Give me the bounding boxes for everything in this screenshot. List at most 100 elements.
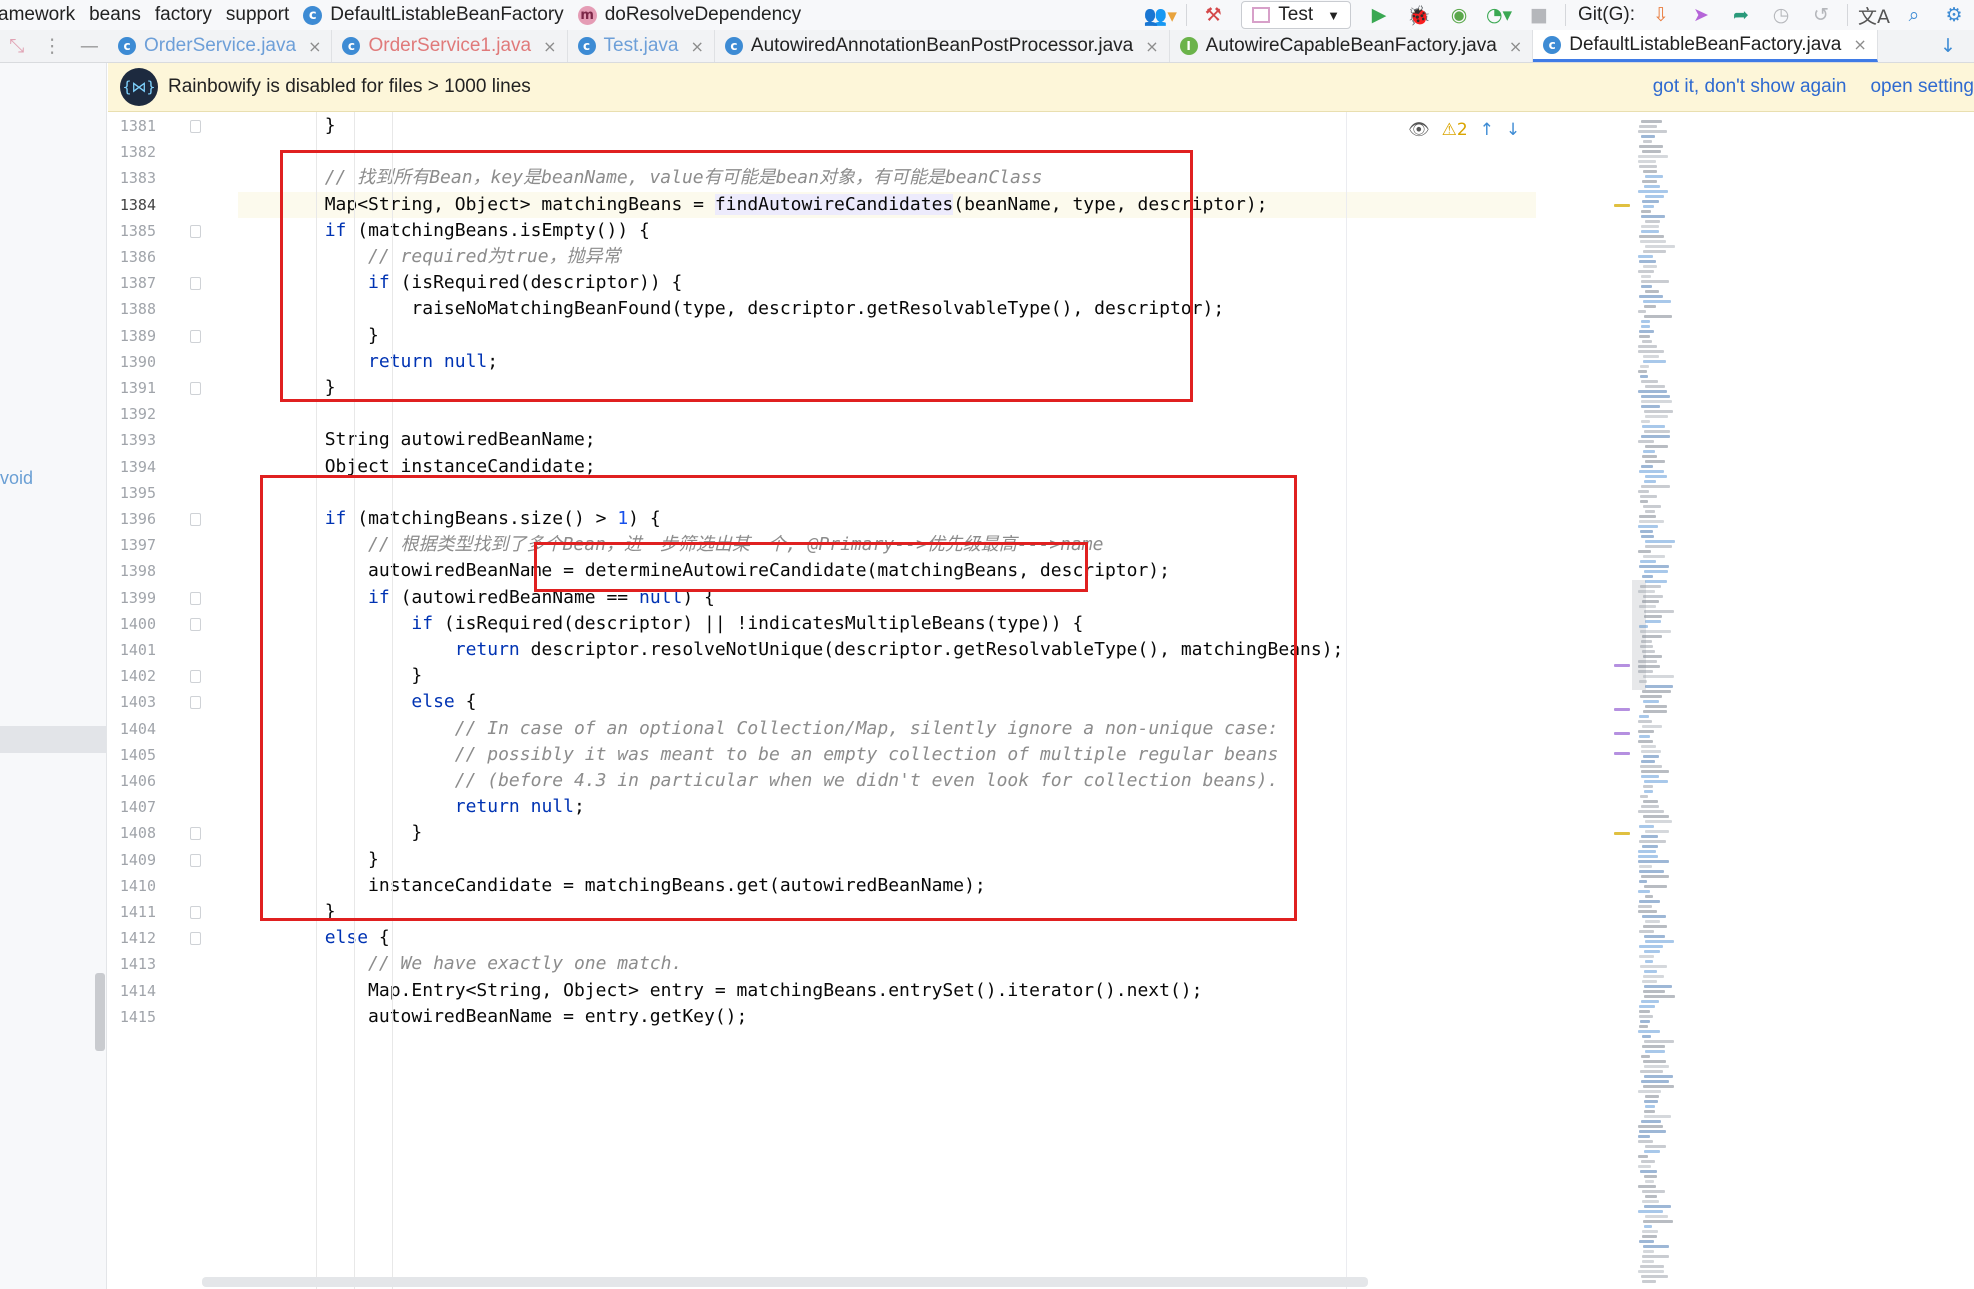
project-panel-scrollbar[interactable] bbox=[95, 973, 105, 1051]
code-line[interactable]: } bbox=[238, 323, 1536, 349]
editor-tab[interactable]: c AutowiredAnnotationBeanPostProcessor.ja… bbox=[715, 30, 1170, 62]
gutter-row[interactable]: 1405 bbox=[108, 742, 238, 768]
code-line[interactable]: } bbox=[238, 663, 1536, 689]
code-line[interactable] bbox=[238, 139, 1536, 165]
code-line[interactable]: autowiredBeanName = entry.getKey(); bbox=[238, 1004, 1536, 1030]
gutter-row[interactable]: 1400 bbox=[108, 611, 238, 637]
gutter-row[interactable]: 1388 bbox=[108, 296, 238, 322]
fold-marker-icon[interactable] bbox=[190, 906, 201, 919]
code-line[interactable]: if (matchingBeans.isEmpty()) { bbox=[238, 218, 1536, 244]
more-options-icon[interactable]: ⋮ bbox=[43, 35, 62, 57]
code-minimap[interactable] bbox=[1534, 112, 1974, 1289]
build-hammer-icon[interactable]: ⚒ bbox=[1199, 1, 1227, 29]
gutter-row[interactable]: 1394 bbox=[108, 454, 238, 480]
code-line[interactable]: } bbox=[238, 899, 1536, 925]
code-line[interactable]: // required为true，抛异常 bbox=[238, 244, 1536, 270]
editor-tab[interactable]: I AutowireCapableBeanFactory.java × bbox=[1170, 30, 1534, 62]
gutter-row[interactable]: 1381 bbox=[108, 113, 238, 139]
gutter-row[interactable]: 1415 bbox=[108, 1004, 238, 1030]
editor-tab[interactable]: c OrderService1.java × bbox=[332, 30, 568, 62]
gutter-row[interactable]: 1395 bbox=[108, 480, 238, 506]
editor-tab[interactable]: c DefaultListableBeanFactory.java × bbox=[1533, 30, 1878, 62]
gutter-row[interactable]: 1398 bbox=[108, 558, 238, 584]
reader-mode-eye-icon[interactable]: 👁 bbox=[1408, 120, 1430, 140]
rollback-icon[interactable]: ↺ bbox=[1807, 1, 1835, 29]
breadcrumb-item[interactable]: beans bbox=[89, 4, 141, 26]
gutter-row[interactable]: 1408 bbox=[108, 820, 238, 846]
breadcrumb-item[interactable]: support bbox=[226, 4, 289, 26]
code-line[interactable] bbox=[238, 401, 1536, 427]
code-line[interactable]: } bbox=[238, 820, 1536, 846]
fold-marker-icon[interactable] bbox=[190, 670, 201, 684]
warning-icon[interactable]: ⚠ bbox=[1442, 120, 1457, 140]
git-update-icon[interactable]: ⇩ bbox=[1647, 1, 1675, 29]
gutter-row[interactable]: 1384 bbox=[108, 192, 238, 218]
fold-marker-icon[interactable] bbox=[190, 120, 201, 133]
gutter-row[interactable]: 1386 bbox=[108, 244, 238, 270]
close-icon[interactable]: × bbox=[308, 37, 321, 56]
gutter-row[interactable]: 1390 bbox=[108, 349, 238, 375]
fold-marker-icon[interactable] bbox=[190, 591, 201, 605]
gutter-row[interactable]: 1387 bbox=[108, 270, 238, 296]
users-icon[interactable]: 👥▾ bbox=[1144, 1, 1177, 29]
code-line[interactable]: // possibly it was meant to be an empty … bbox=[238, 742, 1536, 768]
breadcrumb-item[interactable]: factory bbox=[155, 4, 212, 26]
gutter-row[interactable]: 1382 bbox=[108, 139, 238, 165]
code-line[interactable]: // 根据类型找到了多个Bean，进一步筛选出某一个, @Primary-->优… bbox=[238, 532, 1536, 558]
code-line[interactable]: Map.Entry<String, Object> entry = matchi… bbox=[238, 978, 1536, 1004]
error-stripe-marker[interactable] bbox=[1614, 832, 1630, 835]
code-line[interactable]: if (isRequired(descriptor) || !indicates… bbox=[238, 611, 1536, 637]
tab-list-chevron-icon[interactable]: ↓ bbox=[1940, 35, 1956, 57]
code-area[interactable]: } // 找到所有Bean，key是beanName, value有可能是bea… bbox=[238, 112, 1536, 1289]
next-highlight-icon[interactable]: ↓ bbox=[1506, 120, 1520, 140]
code-line[interactable]: } bbox=[238, 113, 1536, 139]
editor-tab[interactable]: c OrderService.java × bbox=[108, 30, 333, 62]
code-line[interactable]: return null; bbox=[238, 794, 1536, 820]
gutter-row[interactable]: 1391 bbox=[108, 375, 238, 401]
code-line[interactable]: autowiredBeanName = determineAutowireCan… bbox=[238, 558, 1536, 584]
gutter-row[interactable]: 1397 bbox=[108, 532, 238, 558]
coverage-icon[interactable]: ◉ bbox=[1445, 1, 1473, 29]
fold-marker-icon[interactable] bbox=[190, 827, 201, 841]
run-icon[interactable]: ▶ bbox=[1365, 1, 1393, 29]
horizontal-scrollbar[interactable] bbox=[202, 1277, 1368, 1287]
translate-icon[interactable]: 文A bbox=[1858, 1, 1890, 29]
previous-highlight-icon[interactable]: ↑ bbox=[1480, 120, 1494, 140]
fold-marker-icon[interactable] bbox=[190, 617, 201, 631]
fold-marker-icon[interactable] bbox=[190, 513, 201, 526]
code-line[interactable]: // We have exactly one match. bbox=[238, 951, 1536, 977]
open-settings-link[interactable]: open setting bbox=[1870, 76, 1974, 98]
close-icon[interactable]: × bbox=[543, 37, 556, 56]
breadcrumb-item[interactable]: m doResolveDependency bbox=[577, 4, 801, 26]
gutter-row[interactable]: 1399 bbox=[108, 585, 238, 611]
fold-marker-icon[interactable] bbox=[190, 329, 201, 343]
error-stripe-marker[interactable] bbox=[1614, 664, 1630, 667]
code-line[interactable]: return descriptor.resolveNotUnique(descr… bbox=[238, 637, 1536, 663]
code-line[interactable]: if (isRequired(descriptor)) { bbox=[238, 270, 1536, 296]
gutter-row[interactable]: 1401 bbox=[108, 637, 238, 663]
gutter-row[interactable]: 1383 bbox=[108, 165, 238, 191]
close-icon[interactable]: × bbox=[1509, 37, 1522, 56]
fold-marker-icon[interactable] bbox=[190, 853, 201, 867]
search-icon[interactable]: ⌕ bbox=[1900, 1, 1928, 29]
profiler-icon[interactable]: ◔▾ bbox=[1485, 1, 1513, 29]
gutter-row[interactable]: 1410 bbox=[108, 873, 238, 899]
fold-marker-icon[interactable] bbox=[190, 696, 201, 710]
code-line[interactable]: raiseNoMatchingBeanFound(type, descripto… bbox=[238, 296, 1536, 322]
gutter-row[interactable]: 1403 bbox=[108, 689, 238, 715]
error-stripe-marker[interactable] bbox=[1614, 732, 1630, 735]
gutter-row[interactable]: 1393 bbox=[108, 427, 238, 453]
stop-icon[interactable]: ■ bbox=[1525, 1, 1553, 29]
fold-marker-icon[interactable] bbox=[190, 224, 201, 238]
code-line[interactable]: instanceCandidate = matchingBeans.get(au… bbox=[238, 873, 1536, 899]
breadcrumb-item[interactable]: c DefaultListableBeanFactory bbox=[303, 4, 564, 26]
code-line[interactable]: // 找到所有Bean，key是beanName, value有可能是bean对… bbox=[238, 165, 1536, 191]
gutter-row[interactable]: 1407 bbox=[108, 794, 238, 820]
breadcrumb-item[interactable]: amework bbox=[0, 4, 75, 26]
gutter-row[interactable]: 1402 bbox=[108, 663, 238, 689]
gutter-row[interactable]: 1396 bbox=[108, 506, 238, 532]
code-line[interactable] bbox=[238, 480, 1536, 506]
gutter-row[interactable]: 1414 bbox=[108, 978, 238, 1004]
code-line[interactable]: if (autowiredBeanName == null) { bbox=[238, 585, 1536, 611]
code-line[interactable]: // In case of an optional Collection/Map… bbox=[238, 716, 1536, 742]
